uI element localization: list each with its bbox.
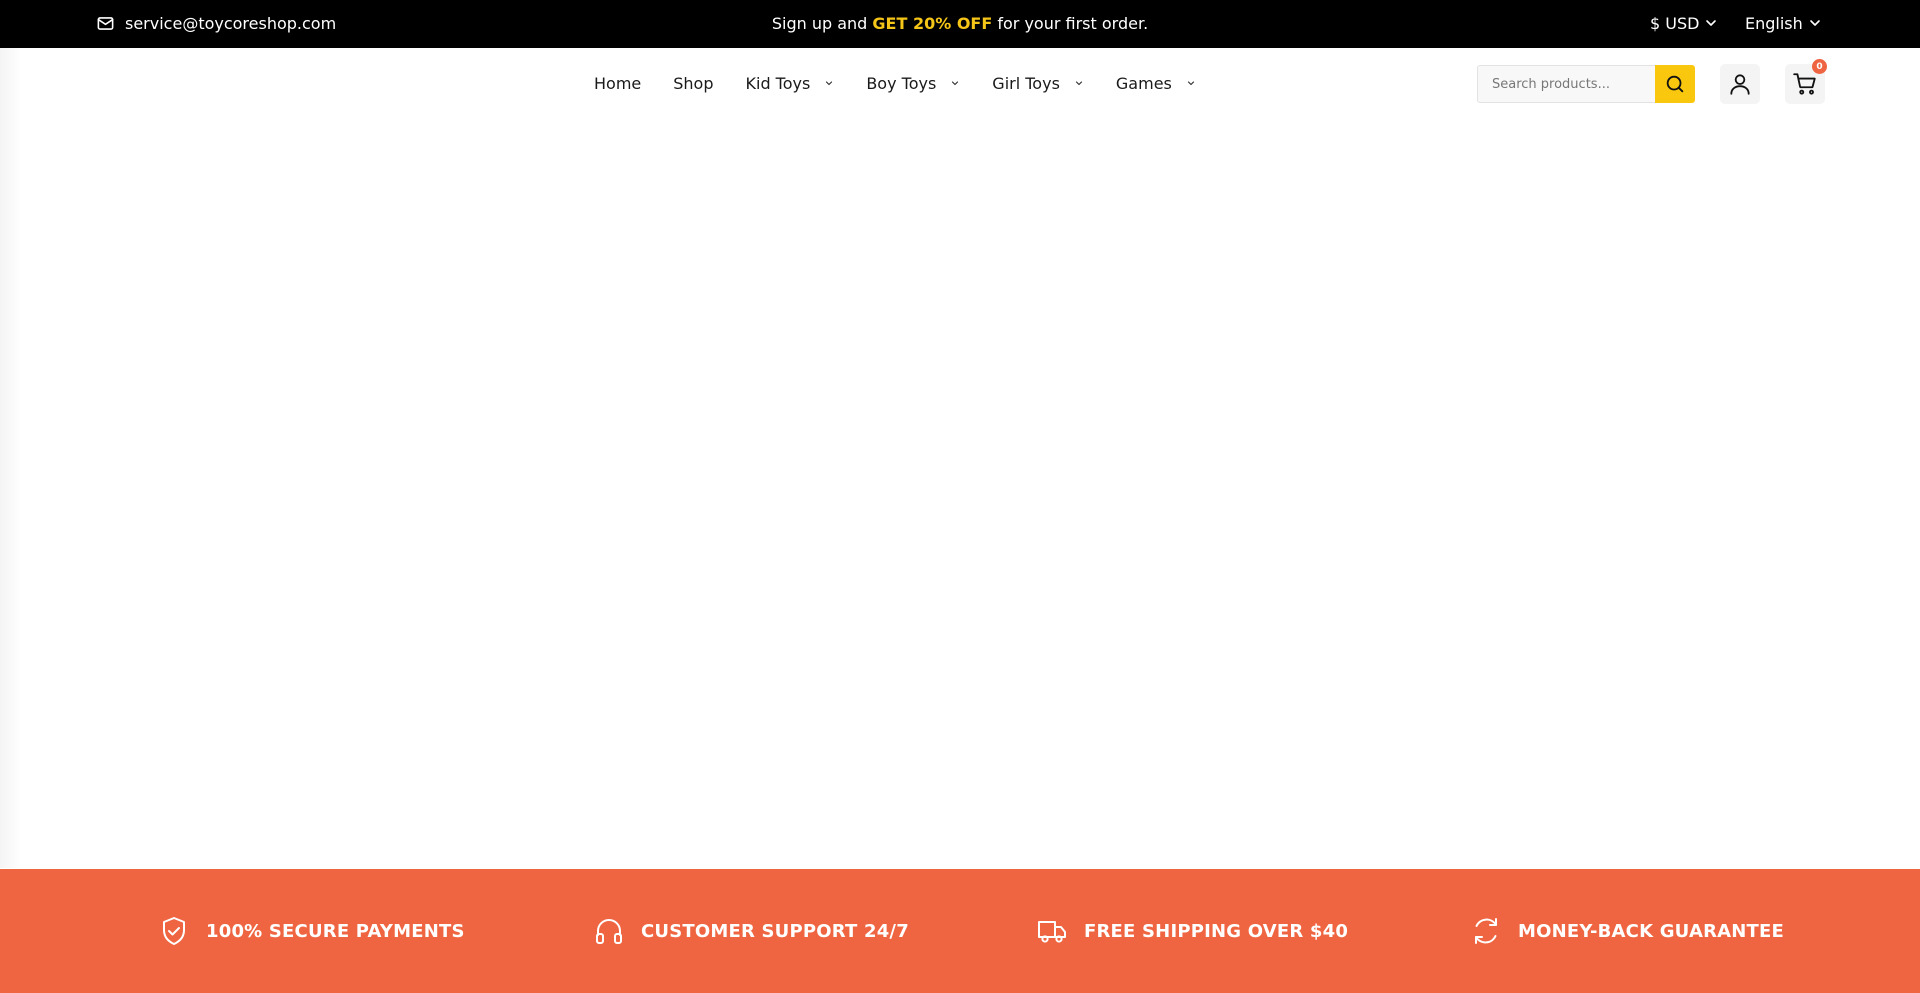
- features-bar: 100% SECURE PAYMENTS CUSTOMER SUPPORT 24…: [0, 869, 1920, 993]
- cart-button[interactable]: 0: [1785, 59, 1827, 104]
- search-button[interactable]: [1655, 65, 1695, 103]
- nav-item-boy-toys[interactable]: Boy Toys: [866, 74, 960, 93]
- nav-item-shop[interactable]: Shop: [673, 74, 713, 93]
- nav-item-label: Shop: [673, 73, 714, 93]
- currency-selector[interactable]: $ USD: [1650, 0, 1717, 46]
- chevron-down-icon: [1809, 20, 1820, 26]
- chevron-down-icon: [1187, 81, 1194, 86]
- cart-icon: [1793, 73, 1816, 95]
- search-input[interactable]: [1477, 65, 1655, 103]
- nav-item-label: Kid Toys: [745, 73, 811, 93]
- chevron-down-icon: [1706, 20, 1717, 26]
- account-button[interactable]: [1720, 64, 1760, 104]
- shield-check-icon: [163, 917, 185, 945]
- promo-before: Sign up and: [771, 13, 868, 33]
- nav-item-label: Boy Toys: [866, 73, 937, 93]
- feature-label: 100% SECURE PAYMENTS: [206, 920, 465, 942]
- nav-item-kid-toys[interactable]: Kid Toys: [746, 74, 835, 93]
- feature-money-back: MONEY-BACK GUARANTEE: [1470, 869, 1784, 993]
- chevron-down-icon: [826, 81, 833, 86]
- language-label: English: [1745, 13, 1803, 33]
- feature-secure-payments: 100% SECURE PAYMENTS: [158, 869, 465, 993]
- search-icon: [1666, 75, 1684, 93]
- feature-customer-support: CUSTOMER SUPPORT 24/7: [593, 869, 909, 993]
- currency-label: $ USD: [1650, 13, 1700, 33]
- main-navigation: Home Shop Kid Toys Boy Toys Girl Toys Ga…: [594, 62, 1228, 104]
- truck-icon: [1038, 921, 1066, 943]
- promo-message: Sign up and GET 20% OFF for your first o…: [0, 0, 1920, 46]
- announcement-bar: service@toycoreshop.com Sign up and GET …: [0, 0, 1920, 48]
- cart-count-badge: 0: [1812, 59, 1827, 74]
- nav-item-home[interactable]: Home: [594, 74, 641, 93]
- nav-item-girl-toys[interactable]: Girl Toys: [992, 74, 1084, 93]
- nav-item-label: Games: [1115, 73, 1172, 93]
- promo-highlight: GET 20% OFF: [872, 13, 993, 33]
- promo-after: for your first order.: [997, 13, 1149, 33]
- left-edge-shadow: [0, 48, 22, 868]
- user-icon: [1730, 74, 1750, 95]
- feature-label: MONEY-BACK GUARANTEE: [1518, 920, 1785, 942]
- nav-item-label: Home: [594, 73, 642, 93]
- refresh-icon: [1475, 918, 1497, 944]
- nav-item-label: Girl Toys: [992, 73, 1060, 93]
- search-form: [1477, 65, 1695, 103]
- feature-label: CUSTOMER SUPPORT 24/7: [641, 920, 909, 942]
- language-selector[interactable]: English: [1745, 0, 1821, 46]
- chevron-down-icon: [952, 81, 959, 86]
- nav-item-games[interactable]: Games: [1116, 74, 1196, 93]
- feature-free-shipping: FREE SHIPPING OVER $40: [1036, 869, 1348, 993]
- headphones-icon: [596, 919, 622, 944]
- feature-label: FREE SHIPPING OVER $40: [1084, 920, 1349, 942]
- chevron-down-icon: [1075, 81, 1083, 86]
